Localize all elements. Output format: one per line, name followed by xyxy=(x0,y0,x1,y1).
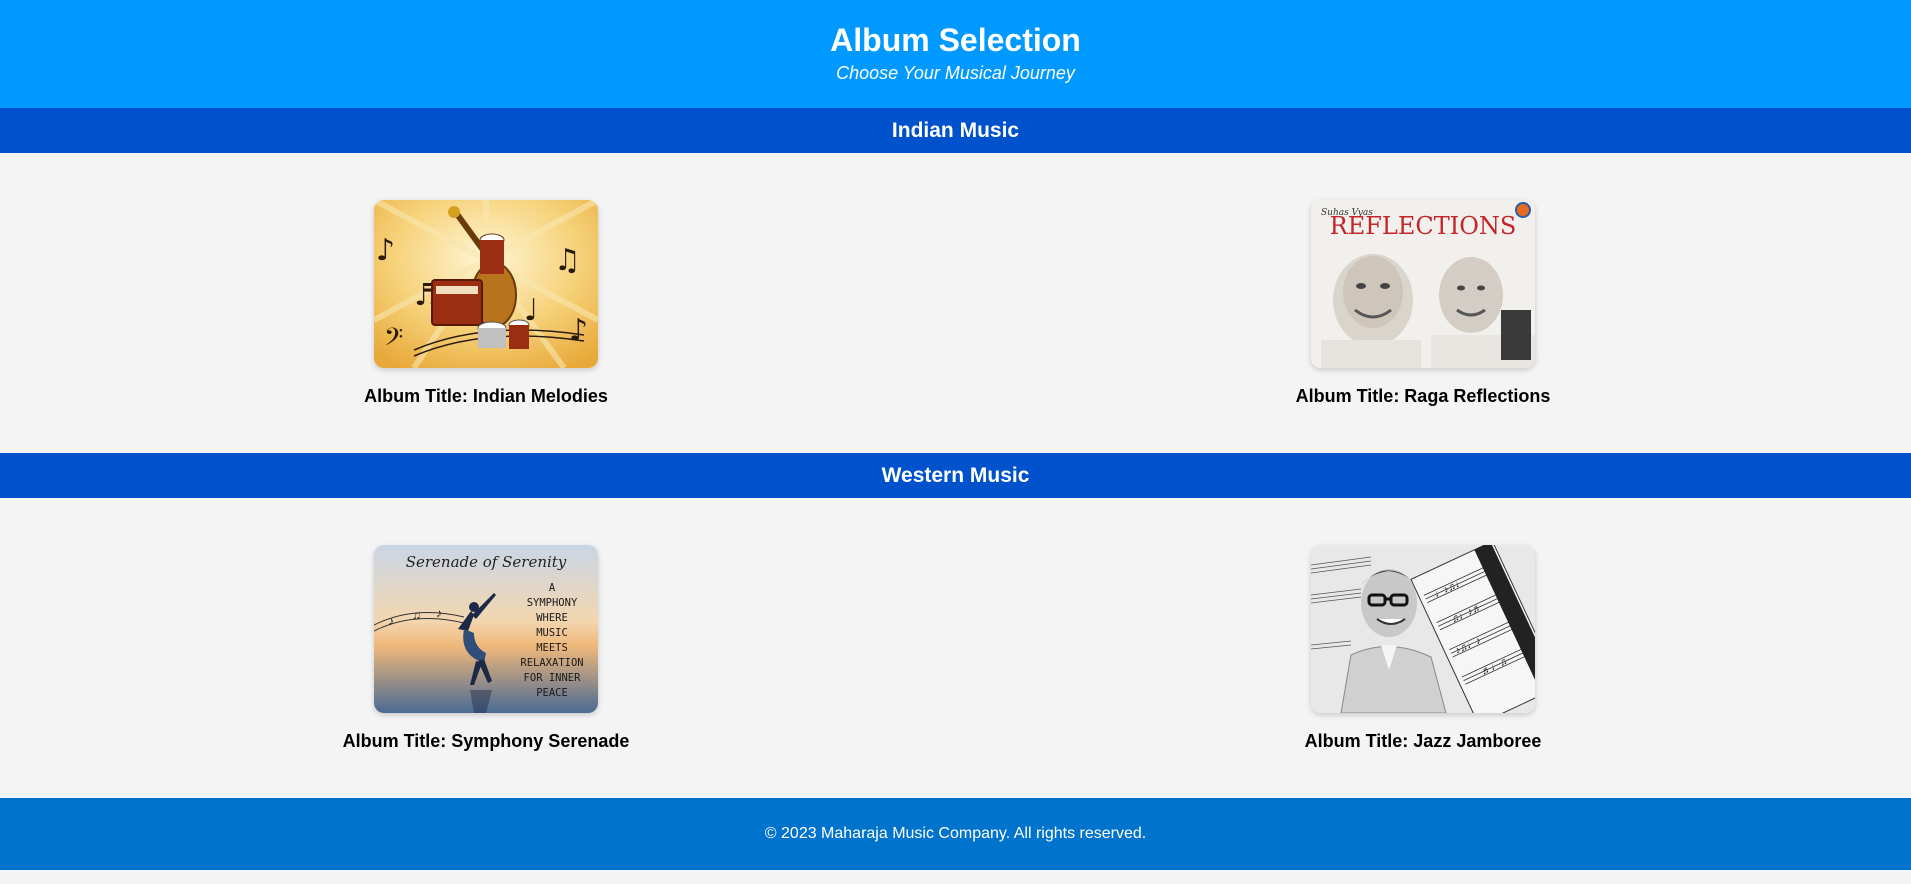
page-header: Album Selection Choose Your Musical Jour… xyxy=(0,0,1911,108)
album-title-jazz-jamboree: Album Title: Jazz Jamboree xyxy=(1304,731,1542,751)
svg-text:♪: ♪ xyxy=(569,313,588,348)
cover-line: A xyxy=(549,582,556,594)
cover-line: RELAXATION xyxy=(520,657,583,669)
serenade-dancer-cover-image[interactable]: Serenade of Serenity A SYMPHONY WHERE MU… xyxy=(374,545,598,713)
album-title-raga-reflections: Album Title: Raga Reflections xyxy=(1295,386,1551,406)
cover-line: MUSIC xyxy=(536,627,568,639)
svg-text:𝄢: 𝄢 xyxy=(384,323,403,358)
jazz-pianist-cover-image[interactable]: ♩♪♫♩ ♫♩♪♬ ♪♫♩♪ ♬♩♫ xyxy=(1311,545,1535,713)
album-title-indian-melodies: Album Title: Indian Melodies xyxy=(364,386,608,406)
album-card-symphony-serenade[interactable]: Serenade of Serenity A SYMPHONY WHERE MU… xyxy=(286,498,686,752)
svg-text:♫: ♫ xyxy=(554,243,581,278)
album-title-symphony-serenade: Album Title: Symphony Serenade xyxy=(342,731,630,751)
album-card-raga-reflections[interactable]: Suhas Vyas REFLECTIONS Album Title: Raga… xyxy=(1223,153,1623,407)
svg-text:♪: ♪ xyxy=(376,233,395,268)
svg-text:♪: ♪ xyxy=(388,614,394,628)
section-heading-western-music: Western Music xyxy=(0,453,1911,498)
svg-text:♫: ♫ xyxy=(412,608,421,622)
cover-line: WHERE xyxy=(536,612,568,624)
page-footer: © 2023 Maharaja Music Company. All right… xyxy=(0,798,1911,870)
album-row-indian: ♪𝄢 ♫♪ ♩♬ Album Title: Indian Melodies xyxy=(0,153,1911,453)
cover-line: MEETS xyxy=(536,642,568,654)
raga-reflections-cover-image[interactable]: Suhas Vyas REFLECTIONS xyxy=(1311,200,1535,368)
indian-instruments-cover-image[interactable]: ♪ 𝄢 ♫ ♪ ♩ ♬ xyxy=(374,200,598,368)
indian-instruments-cover-icon: ♪𝄢 ♫♪ ♩♬ xyxy=(374,200,598,368)
album-card-jazz-jamboree[interactable]: ♩♪♫♩ ♫♩♪♬ ♪♫♩♪ ♬♩♫ Album Title: Jazz Jambor… xyxy=(1223,498,1623,752)
serenade-dancer-cover-icon: Serenade of Serenity A SYMPHONY WHERE MU… xyxy=(374,545,598,713)
jazz-pianist-cover-icon: ♩♪♫♩♫♩♪♬♪♫♩♪♬♩♫ xyxy=(1311,545,1535,713)
page-subtitle: Choose Your Musical Journey xyxy=(836,63,1075,83)
cover-reflections-text: REFLECTIONS xyxy=(1330,212,1517,240)
footer-copyright: © 2023 Maharaja Music Company. All right… xyxy=(764,825,1147,842)
cover-line: SYMPHONY xyxy=(527,597,578,609)
album-card-indian-melodies[interactable]: ♪ 𝄢 ♫ ♪ ♩ ♬ Album Title: Indian Melodies xyxy=(286,153,686,407)
cover-line: FOR INNER xyxy=(524,672,582,684)
page-title: Album Selection xyxy=(830,22,1081,58)
album-row-western: Serenade of Serenity A SYMPHONY WHERE MU… xyxy=(0,498,1911,798)
raga-reflections-cover-icon: Suhas Vyas REFLECTIONS xyxy=(1311,200,1535,368)
section-heading-indian-music: Indian Music xyxy=(0,108,1911,153)
cover-line: PEACE xyxy=(536,687,568,699)
svg-text:♪: ♪ xyxy=(436,606,442,620)
cover-serenade-heading: Serenade of Serenity xyxy=(406,553,567,571)
